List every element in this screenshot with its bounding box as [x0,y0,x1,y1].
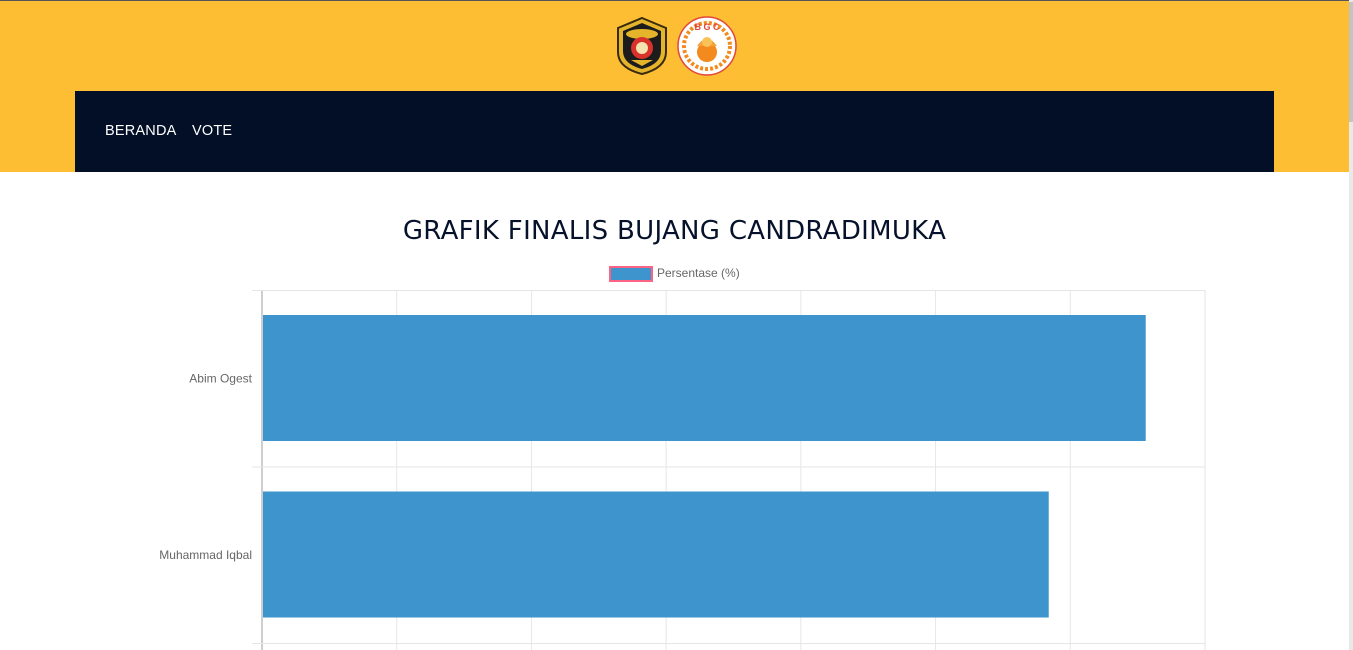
legend-swatch [609,266,653,282]
nav-item-beranda[interactable]: BERANDA [105,123,177,139]
bgc-logo-icon: B G C [677,16,737,76]
bar-1[interactable] [263,491,1049,618]
bar-chart: Abim Ogest Muhammad Iqbal [159,290,1206,650]
university-seal-logo[interactable] [612,16,672,76]
bar-0[interactable] [263,315,1146,441]
scrollbar-thumb[interactable] [1349,2,1353,122]
category-label: Muhammad Iqbal [159,548,252,562]
bgc-logo-text: B G C [694,22,720,32]
legend-label: Persentase (%) [657,266,740,280]
main-navbar: BERANDA VOTE [75,91,1274,172]
category-label: Abim Ogest [189,371,252,385]
university-seal-icon [617,16,667,76]
site-header: B G C BERANDA VOTE [0,1,1349,172]
page-title: GRAFIK FINALIS BUJANG CANDRADIMUKA [402,216,947,246]
nav-item-vote[interactable]: VOTE [192,123,232,139]
bgc-logo[interactable]: B G C [677,16,737,76]
